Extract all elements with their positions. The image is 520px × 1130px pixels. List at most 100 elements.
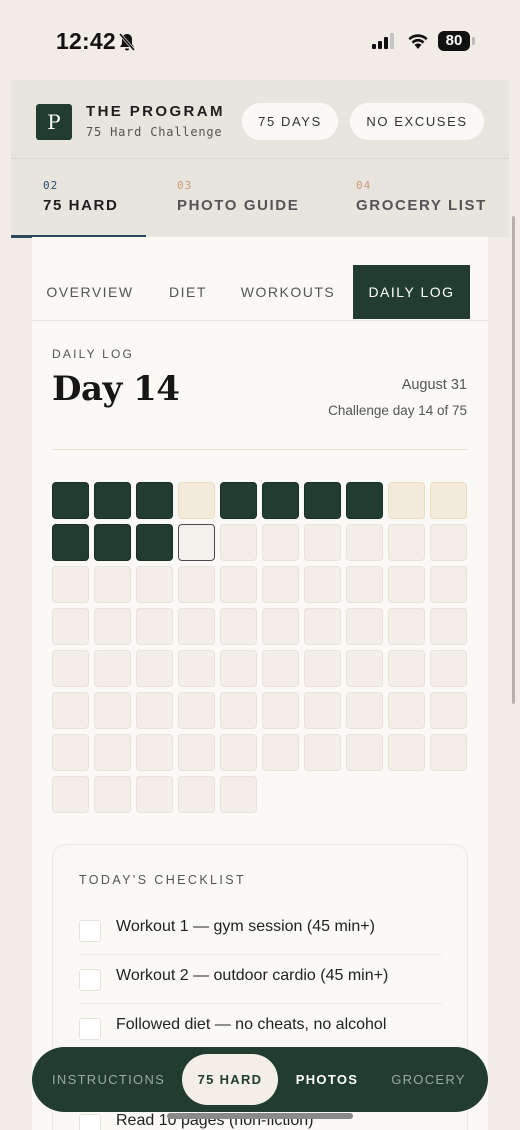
- day-cell[interactable]: [52, 692, 89, 729]
- day-cell[interactable]: [346, 734, 383, 771]
- subtab-diet[interactable]: DIET: [162, 265, 214, 319]
- day-cell[interactable]: [178, 566, 215, 603]
- subtab-daily-log[interactable]: DAILY LOG: [353, 265, 470, 319]
- day-cell[interactable]: [430, 482, 467, 519]
- signal-icon: [372, 33, 398, 54]
- day-cell[interactable]: [262, 692, 299, 729]
- day-cell[interactable]: [136, 524, 173, 561]
- day-cell[interactable]: [388, 482, 425, 519]
- day-cell[interactable]: [430, 524, 467, 561]
- day-cell[interactable]: [220, 524, 257, 561]
- day-cell[interactable]: [430, 692, 467, 729]
- day-cell[interactable]: [178, 650, 215, 687]
- day-cell[interactable]: [304, 650, 341, 687]
- checklist-item[interactable]: Workout 1 — gym session (45 min+): [79, 906, 442, 955]
- day-cell[interactable]: [262, 608, 299, 645]
- day-cell[interactable]: [220, 734, 257, 771]
- day-cell[interactable]: [178, 482, 215, 519]
- day-cell[interactable]: [388, 566, 425, 603]
- day-cell[interactable]: [178, 776, 215, 813]
- day-cell[interactable]: [136, 608, 173, 645]
- day-cell[interactable]: [94, 734, 131, 771]
- day-cell[interactable]: [220, 482, 257, 519]
- checklist-item[interactable]: Workout 2 — outdoor cardio (45 min+): [79, 955, 442, 1004]
- day-cell[interactable]: [262, 566, 299, 603]
- day-cell[interactable]: [304, 566, 341, 603]
- main-card: OVERVIEW DIET WORKOUTS DAILY LOG DAILY L…: [32, 237, 488, 1130]
- day-cell[interactable]: [346, 692, 383, 729]
- day-cell[interactable]: [346, 650, 383, 687]
- day-cell[interactable]: [94, 776, 131, 813]
- checkbox[interactable]: [79, 1114, 101, 1130]
- day-cell[interactable]: [136, 482, 173, 519]
- nav-photos[interactable]: PHOTOS: [294, 1047, 360, 1112]
- day-cell[interactable]: [220, 608, 257, 645]
- day-cell[interactable]: [304, 608, 341, 645]
- tab-grocery-list[interactable]: 04 GROCERY LIST: [341, 159, 501, 238]
- day-cell[interactable]: [430, 734, 467, 771]
- day-cell[interactable]: [388, 650, 425, 687]
- day-cell[interactable]: [304, 692, 341, 729]
- day-cell[interactable]: [262, 524, 299, 561]
- day-cell[interactable]: [94, 650, 131, 687]
- day-cell[interactable]: [346, 566, 383, 603]
- day-cell[interactable]: [136, 566, 173, 603]
- day-cell[interactable]: [220, 650, 257, 687]
- day-cell[interactable]: [430, 566, 467, 603]
- day-cell[interactable]: [94, 566, 131, 603]
- day-cell[interactable]: [52, 608, 89, 645]
- day-cell[interactable]: [346, 482, 383, 519]
- day-cell[interactable]: [220, 692, 257, 729]
- day-cell[interactable]: [52, 650, 89, 687]
- checkbox[interactable]: [79, 1018, 101, 1040]
- day-cell[interactable]: [94, 692, 131, 729]
- day-cell[interactable]: [304, 734, 341, 771]
- day-cell[interactable]: [220, 776, 257, 813]
- day-cell[interactable]: [52, 524, 89, 561]
- day-cell[interactable]: [52, 776, 89, 813]
- day-cell[interactable]: [136, 650, 173, 687]
- nav-75-hard[interactable]: 75 HARD: [182, 1054, 278, 1105]
- battery-icon: 80: [438, 31, 470, 51]
- battery-tip: [472, 37, 475, 45]
- day-cell[interactable]: [52, 734, 89, 771]
- checkbox[interactable]: [79, 920, 101, 942]
- checklist-item[interactable]: Followed diet — no cheats, no alcohol: [79, 1004, 442, 1053]
- tab-label: GROCERY LIST: [356, 197, 487, 214]
- day-cell[interactable]: [52, 482, 89, 519]
- day-cell[interactable]: [52, 566, 89, 603]
- day-cell[interactable]: [94, 608, 131, 645]
- day-cell[interactable]: [262, 650, 299, 687]
- tab-75-hard[interactable]: 02 75 HARD: [11, 159, 146, 238]
- day-cell[interactable]: [262, 482, 299, 519]
- day-cell[interactable]: [178, 524, 215, 561]
- tab-photo-guide[interactable]: 03 PHOTO GUIDE: [161, 159, 311, 238]
- day-cell[interactable]: [346, 608, 383, 645]
- day-cell[interactable]: [136, 692, 173, 729]
- day-cell[interactable]: [430, 608, 467, 645]
- day-cell[interactable]: [304, 524, 341, 561]
- day-cell[interactable]: [262, 734, 299, 771]
- day-cell[interactable]: [388, 692, 425, 729]
- nav-grocery[interactable]: GROCERY: [391, 1047, 466, 1112]
- day-cell[interactable]: [136, 734, 173, 771]
- day-cell[interactable]: [220, 566, 257, 603]
- subtab-overview[interactable]: OVERVIEW: [32, 265, 148, 319]
- day-cell[interactable]: [346, 524, 383, 561]
- checklist-item-label: Workout 1 — gym session (45 min+): [116, 918, 375, 935]
- checkbox[interactable]: [79, 969, 101, 991]
- day-cell[interactable]: [178, 692, 215, 729]
- day-cell[interactable]: [430, 650, 467, 687]
- day-cell[interactable]: [388, 608, 425, 645]
- day-cell[interactable]: [178, 734, 215, 771]
- day-cell[interactable]: [94, 482, 131, 519]
- day-cell[interactable]: [304, 482, 341, 519]
- day-cell[interactable]: [178, 608, 215, 645]
- subtab-workouts[interactable]: WORKOUTS: [238, 265, 338, 319]
- day-cell[interactable]: [388, 734, 425, 771]
- day-cell[interactable]: [388, 524, 425, 561]
- day-cell[interactable]: [136, 776, 173, 813]
- scrollbar[interactable]: [512, 216, 515, 704]
- nav-instructions[interactable]: INSTRUCTIONS: [52, 1047, 164, 1112]
- day-cell[interactable]: [94, 524, 131, 561]
